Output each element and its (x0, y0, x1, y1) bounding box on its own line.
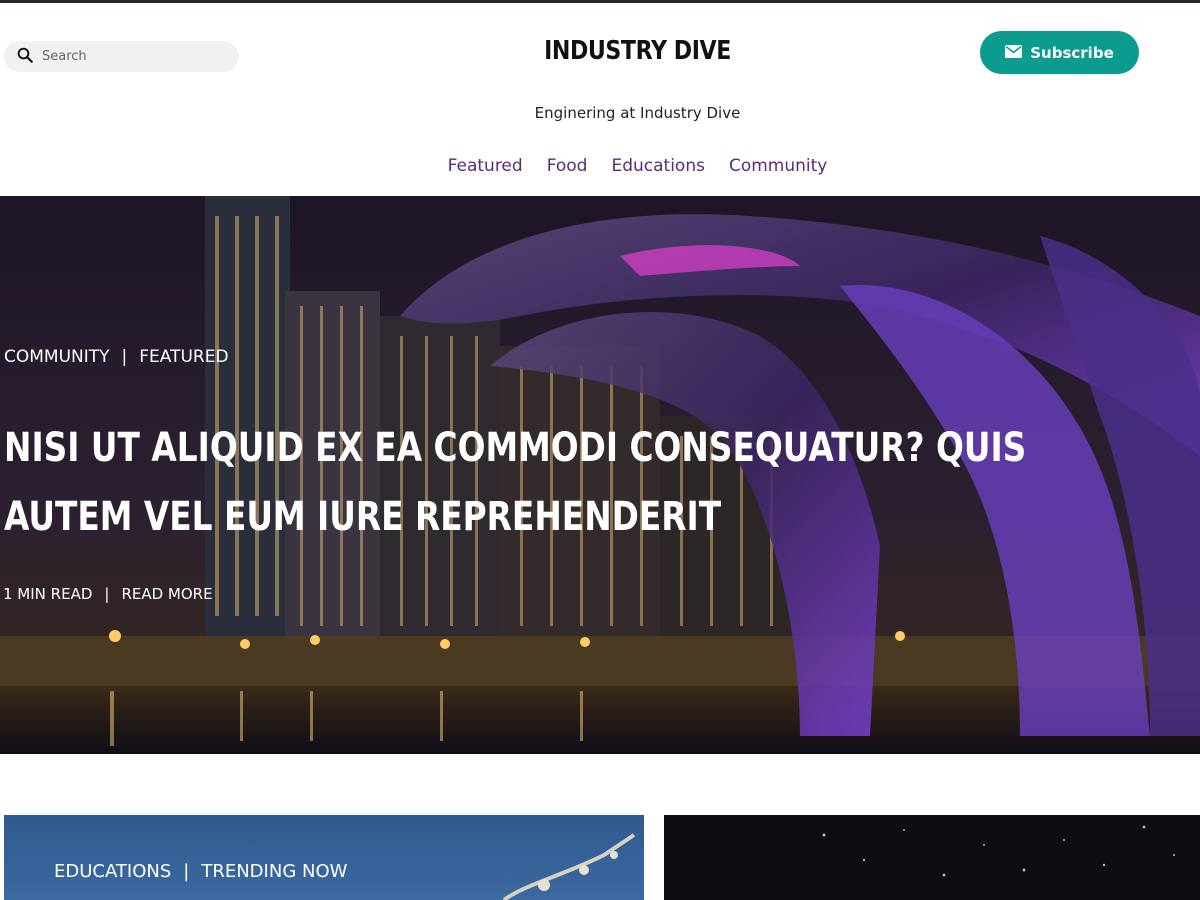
nav-item-community[interactable]: Community (729, 156, 827, 176)
subscribe-button[interactable]: Subscribe (980, 31, 1139, 74)
category-separator: | (183, 861, 190, 882)
read-more-link[interactable]: READ MORE (121, 585, 212, 603)
post-card[interactable]: EDUCATIONS | TRENDING NOW (4, 815, 644, 900)
category-link-educations[interactable]: EDUCATIONS (54, 861, 171, 882)
post-card[interactable] (664, 815, 1200, 900)
nav-item-featured[interactable]: Featured (448, 156, 523, 176)
card-image (822, 825, 1175, 877)
hero-meta: 1 MIN READ | READ MORE (3, 585, 213, 603)
category-separator: | (121, 347, 128, 367)
top-border (0, 0, 1200, 3)
nav-item-food[interactable]: Food (547, 156, 588, 176)
envelope-icon (1005, 44, 1023, 62)
hero-title[interactable]: NISI UT ALIQUID EX EA COMMODI CONSEQUATU… (4, 414, 1037, 552)
subscribe-label: Subscribe (1030, 43, 1114, 62)
card-categories: EDUCATIONS | TRENDING NOW (54, 861, 347, 882)
main-nav: Featured Food Educations Community (0, 156, 1200, 176)
read-time: 1 MIN READ (3, 585, 93, 603)
meta-separator: | (104, 585, 110, 603)
category-link-trending-now[interactable]: TRENDING NOW (201, 861, 347, 882)
hero-categories: COMMUNITY | FEATURED (4, 347, 229, 367)
site-tagline: Enginering at Industry Dive (534, 104, 741, 122)
category-link-community[interactable]: COMMUNITY (4, 347, 110, 367)
search-icon (16, 46, 34, 68)
hero-featured-post[interactable]: COMMUNITY | FEATURED NISI UT ALIQUID EX EA… (0, 196, 1200, 754)
category-link-featured[interactable]: FEATURED (139, 347, 228, 367)
nav-item-educations[interactable]: Educations (611, 156, 705, 176)
card-image (502, 833, 636, 900)
